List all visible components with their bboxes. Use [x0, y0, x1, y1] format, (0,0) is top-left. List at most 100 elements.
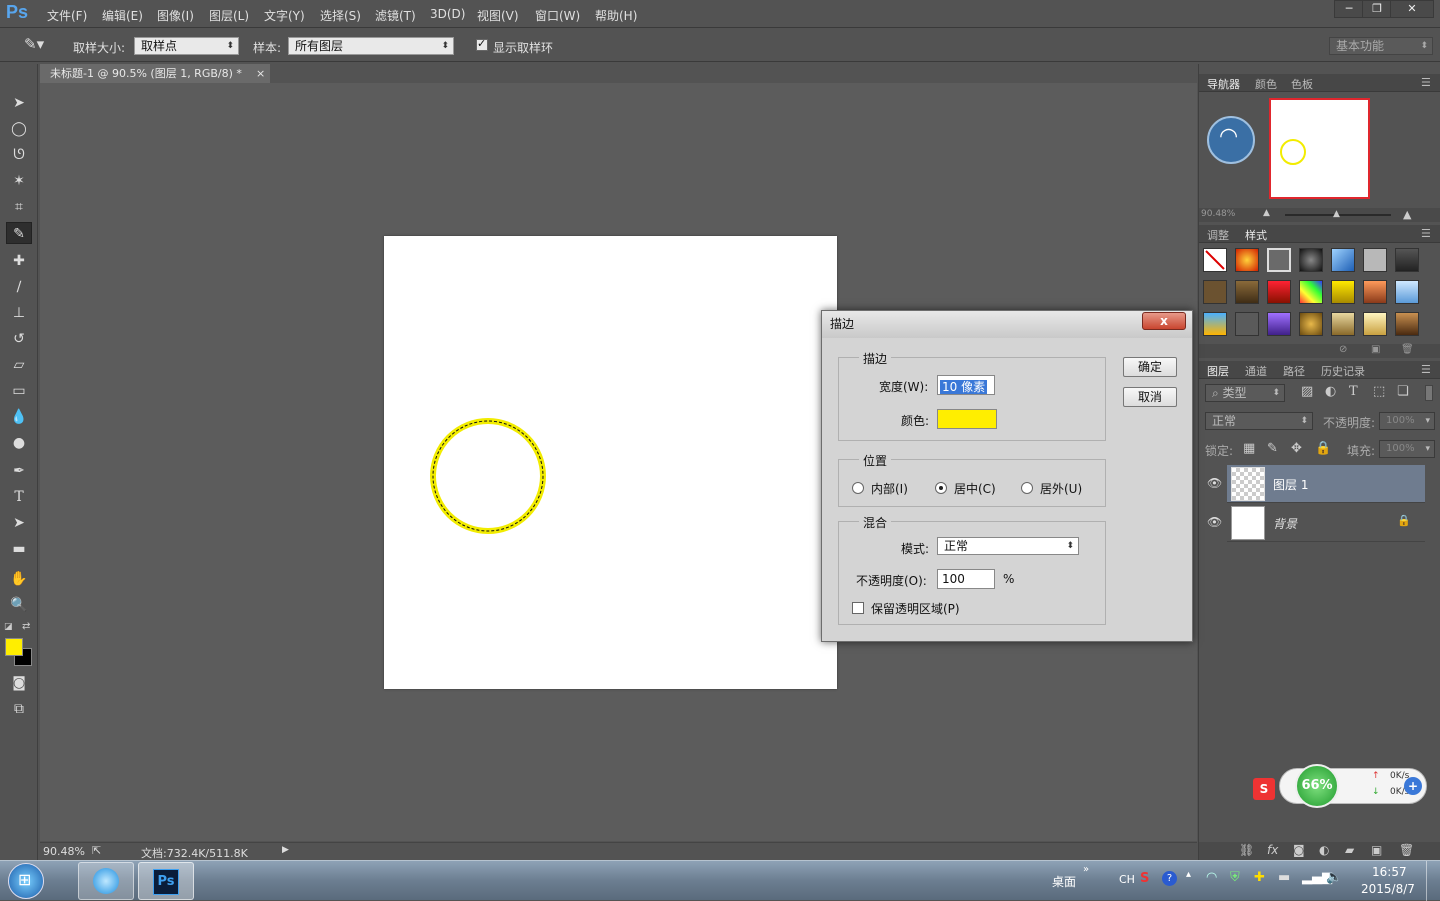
- zoom-slider-thumb[interactable]: ▲: [1333, 209, 1340, 219]
- cpu-usage-ball[interactable]: 66%: [1295, 764, 1339, 808]
- start-button[interactable]: ⊞: [8, 863, 44, 899]
- tab-layers[interactable]: 图层: [1207, 363, 1229, 379]
- style-swatch[interactable]: [1267, 312, 1291, 336]
- position-inside-radio[interactable]: [852, 482, 864, 494]
- export-icon[interactable]: ⇱: [92, 844, 101, 857]
- menu-select[interactable]: 选择(S): [320, 7, 361, 24]
- sample-select[interactable]: 所有图层 ⬍: [288, 37, 454, 55]
- visibility-eye-icon[interactable]: 👁: [1207, 515, 1222, 529]
- zoom-level[interactable]: 90.48%: [43, 845, 85, 858]
- quick-mask-icon[interactable]: ◙: [6, 672, 32, 694]
- crop-icon[interactable]: ⌗: [6, 196, 32, 218]
- tab-navigator[interactable]: 导航器: [1207, 76, 1240, 92]
- style-swatch[interactable]: [1331, 248, 1355, 272]
- wifi-tray-icon[interactable]: ◠: [1206, 870, 1217, 885]
- tab-history[interactable]: 历史记录: [1321, 363, 1365, 379]
- position-center-label[interactable]: 居中(C): [954, 480, 996, 497]
- style-swatch[interactable]: [1395, 312, 1419, 336]
- help-tray-icon[interactable]: ?: [1162, 871, 1177, 886]
- style-swatch[interactable]: [1395, 280, 1419, 304]
- menu-layer[interactable]: 图层(L): [209, 7, 249, 24]
- style-swatch[interactable]: [1363, 248, 1387, 272]
- fill-field[interactable]: 100% ▾: [1379, 440, 1435, 458]
- layer-name[interactable]: 背景: [1273, 515, 1297, 532]
- tab-paths[interactable]: 路径: [1283, 363, 1305, 379]
- position-center-radio[interactable]: [935, 482, 947, 494]
- style-swatch[interactable]: [1395, 248, 1419, 272]
- group-folder-icon[interactable]: ▰: [1345, 843, 1354, 857]
- add-mask-icon[interactable]: ◙: [1293, 843, 1305, 857]
- tab-adjustments[interactable]: 调整: [1207, 227, 1229, 243]
- tab-swatches[interactable]: 色板: [1291, 76, 1313, 92]
- shape-icon[interactable]: ▬: [6, 538, 32, 560]
- filter-adjustment-icon[interactable]: ◐: [1325, 384, 1336, 399]
- zoom-in-icon[interactable]: ▲: [1403, 208, 1411, 221]
- sogou-tray-icon[interactable]: S: [1140, 871, 1149, 886]
- sample-size-select[interactable]: 取样点 ⬍: [134, 37, 239, 55]
- eyedropper-preset-icon[interactable]: ✎▾: [24, 35, 44, 53]
- style-swatch[interactable]: [1267, 248, 1291, 272]
- show-desktop-button[interactable]: [1426, 861, 1440, 901]
- menu-type[interactable]: 文字(Y): [264, 7, 305, 24]
- position-outside-label[interactable]: 居外(U): [1040, 480, 1082, 497]
- show-ring-checkbox[interactable]: ✓: [476, 37, 488, 51]
- filter-smart-icon[interactable]: ❏: [1397, 384, 1409, 399]
- gradient-icon[interactable]: ▭: [6, 380, 32, 402]
- dodge-icon[interactable]: ●: [6, 432, 32, 454]
- dialog-titlebar[interactable]: 描边: [822, 311, 1192, 338]
- cancel-button[interactable]: 取消: [1123, 387, 1177, 407]
- screen-mode-icon[interactable]: ⧉: [6, 698, 32, 720]
- pen-icon[interactable]: ✒: [6, 460, 32, 482]
- visibility-eye-icon[interactable]: 👁: [1207, 476, 1222, 490]
- document-tab[interactable]: 未标题-1 @ 90.5% (图层 1, RGB/8) * ×: [40, 64, 270, 83]
- clock-date[interactable]: 2015/8/7: [1361, 882, 1415, 896]
- lock-position-icon[interactable]: ✥: [1291, 441, 1302, 456]
- minimize-button[interactable]: ─: [1334, 0, 1364, 18]
- style-none[interactable]: [1203, 248, 1227, 272]
- tray-expand-icon[interactable]: ▴: [1186, 869, 1191, 880]
- style-swatch[interactable]: [1299, 248, 1323, 272]
- menu-3d[interactable]: 3D(D): [430, 7, 465, 21]
- style-swatch[interactable]: [1235, 248, 1259, 272]
- width-input[interactable]: 10 像素: [937, 375, 995, 395]
- menu-view[interactable]: 视图(V): [477, 7, 519, 24]
- delete-style-icon[interactable]: 🗑: [1401, 344, 1414, 355]
- clock-time[interactable]: 16:57: [1372, 865, 1407, 879]
- status-menu-arrow-icon[interactable]: ▶: [282, 845, 289, 855]
- position-outside-radio[interactable]: [1021, 482, 1033, 494]
- tab-color[interactable]: 颜色: [1255, 76, 1277, 92]
- swap-colors-icon[interactable]: ⇄: [22, 621, 30, 632]
- style-swatch[interactable]: [1235, 312, 1259, 336]
- lock-pixels-icon[interactable]: ✎: [1267, 441, 1278, 456]
- preserve-transparency-label[interactable]: 保留透明区域(P): [871, 600, 960, 617]
- menu-filter[interactable]: 滤镜(T): [375, 7, 416, 24]
- layer-row-background[interactable]: 背景 🔒: [1227, 504, 1425, 542]
- foreground-color-swatch[interactable]: [5, 638, 23, 656]
- network-widget-icon[interactable]: ◠: [1207, 116, 1255, 164]
- delete-layer-icon[interactable]: 🗑: [1399, 843, 1414, 857]
- default-colors-icon[interactable]: ◪: [4, 622, 13, 632]
- navigator-zoom[interactable]: 90.48%: [1201, 209, 1235, 219]
- style-swatch[interactable]: [1267, 280, 1291, 304]
- healing-brush-icon[interactable]: ✚: [6, 250, 32, 272]
- security-tray-icon[interactable]: ⛨: [1230, 870, 1240, 885]
- menu-image[interactable]: 图像(I): [157, 7, 194, 24]
- document-canvas[interactable]: [384, 236, 837, 689]
- type-icon[interactable]: T: [6, 486, 32, 508]
- adjustment-layer-icon[interactable]: ◐: [1319, 843, 1329, 857]
- filter-shape-icon[interactable]: ⬚: [1373, 384, 1385, 399]
- layer-row-layer1[interactable]: 图层 1: [1227, 465, 1425, 503]
- style-swatch[interactable]: [1331, 280, 1355, 304]
- menu-window[interactable]: 窗口(W): [535, 7, 580, 24]
- clone-stamp-icon[interactable]: ⊥: [6, 302, 32, 324]
- device-tray-icon[interactable]: ▬: [1278, 870, 1290, 885]
- position-inside-label[interactable]: 内部(I): [871, 480, 908, 497]
- opacity-input[interactable]: 100: [937, 569, 995, 589]
- menu-file[interactable]: 文件(F): [47, 7, 87, 24]
- volume-icon[interactable]: 🔈: [1326, 870, 1342, 885]
- lasso-icon[interactable]: ᘎ: [6, 144, 32, 166]
- new-layer-icon[interactable]: ▣: [1371, 843, 1382, 857]
- filter-pixel-icon[interactable]: ▨: [1301, 384, 1313, 399]
- plus-icon[interactable]: +: [1404, 777, 1422, 795]
- tab-channels[interactable]: 通道: [1245, 363, 1267, 379]
